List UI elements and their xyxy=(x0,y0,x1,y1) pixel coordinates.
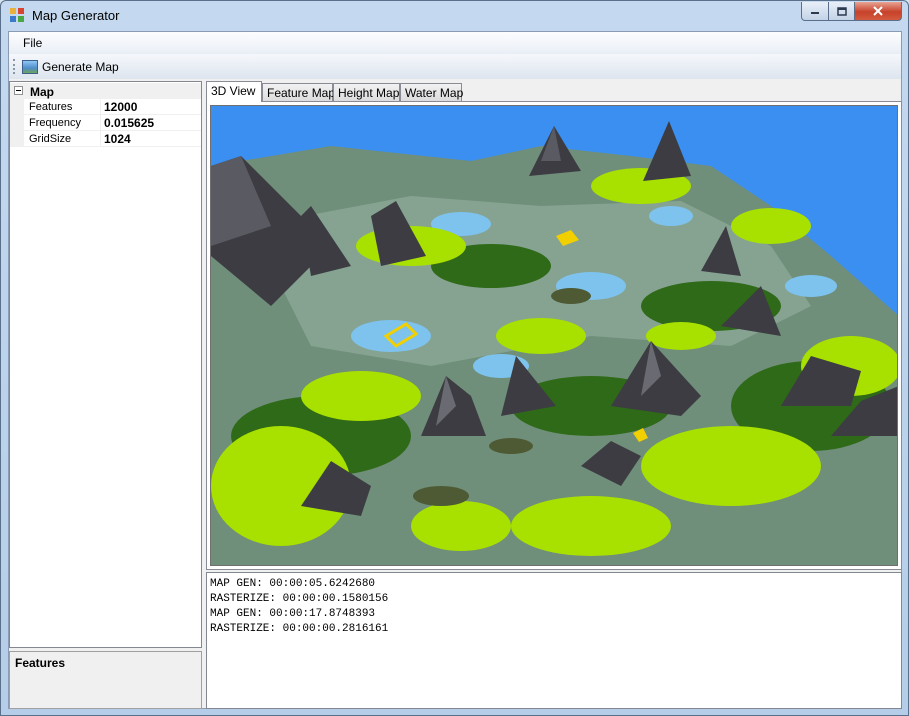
output-log[interactable]: MAP GEN: 00:00:05.6242680 RASTERIZE: 00:… xyxy=(206,572,902,709)
tab-water-map[interactable]: Water Map xyxy=(400,83,464,101)
property-row-features[interactable]: Features 12000 xyxy=(10,99,201,115)
property-grid: Map Features 12000 Frequency 0.015625 Gr… xyxy=(9,81,202,648)
close-button[interactable] xyxy=(854,2,902,21)
terrain-render xyxy=(211,121,897,565)
tab-label: Feature Map xyxy=(267,86,336,100)
tab-page-3d-view xyxy=(206,101,902,570)
client-area: File Generate Map Map Features 12000 Fre… xyxy=(8,31,902,709)
grass-area xyxy=(301,371,421,421)
generate-map-button[interactable]: Generate Map xyxy=(19,57,122,76)
generate-map-label: Generate Map xyxy=(42,59,119,74)
property-help-panel: Features xyxy=(9,651,202,709)
app-icon xyxy=(10,8,24,22)
maximize-icon xyxy=(836,6,847,16)
column-divider xyxy=(100,99,101,115)
log-line: RASTERIZE: 00:00:00.2816161 xyxy=(210,623,389,635)
menu-file-label: File xyxy=(23,36,43,50)
row-margin xyxy=(10,131,24,147)
close-icon xyxy=(873,6,883,16)
title-bar[interactable]: Map Generator xyxy=(1,1,908,31)
tab-label: 3D View xyxy=(211,84,256,98)
tab-height-map[interactable]: Height Map xyxy=(333,83,400,101)
property-category-label: Map xyxy=(30,85,54,99)
tab-strip: 3D View Feature Map Height Map Water Map xyxy=(206,81,903,102)
collapse-icon[interactable] xyxy=(14,86,23,95)
menu-bar: File xyxy=(9,32,901,54)
toolbar: Generate Map xyxy=(9,54,901,79)
help-title: Features xyxy=(15,656,66,670)
water-area xyxy=(351,320,431,352)
property-name: Frequency xyxy=(29,117,81,129)
column-divider xyxy=(100,131,101,147)
tab-feature-map[interactable]: Feature Map xyxy=(262,83,336,101)
landscape-image-icon xyxy=(22,59,38,74)
water-area xyxy=(785,275,837,297)
grass-area xyxy=(411,501,511,551)
property-value[interactable]: 12000 xyxy=(104,100,137,114)
log-line: MAP GEN: 00:00:05.6242680 xyxy=(210,578,376,590)
mountain xyxy=(643,121,691,181)
app-window: Map Generator File Generate Map Map Feat… xyxy=(0,0,909,716)
grass-area xyxy=(511,496,671,556)
property-row-gridsize[interactable]: GridSize 1024 xyxy=(10,131,201,147)
water-area xyxy=(649,206,693,226)
maximize-button[interactable] xyxy=(828,2,855,21)
property-name: Features xyxy=(29,101,73,113)
tab-label: Height Map xyxy=(338,86,400,100)
tab-label: Water Map xyxy=(405,86,464,100)
menu-file[interactable]: File xyxy=(23,36,42,50)
row-margin xyxy=(10,99,24,115)
log-line: MAP GEN: 00:00:17.8748393 xyxy=(210,608,376,620)
property-value[interactable]: 1024 xyxy=(104,132,131,146)
log-line: RASTERIZE: 00:00:00.1580156 xyxy=(210,593,389,605)
minimize-button[interactable] xyxy=(801,2,829,21)
row-margin xyxy=(10,115,24,131)
column-divider xyxy=(100,115,101,131)
toolbar-grip[interactable] xyxy=(13,59,15,74)
property-row-frequency[interactable]: Frequency 0.015625 xyxy=(10,115,201,131)
grass-area xyxy=(641,426,821,506)
property-category[interactable]: Map xyxy=(10,83,201,99)
grass-area xyxy=(496,318,586,354)
terrain-3d-viewport[interactable] xyxy=(210,105,898,566)
window-title: Map Generator xyxy=(32,8,120,23)
minimize-icon xyxy=(811,12,819,14)
property-name: GridSize xyxy=(29,133,72,145)
tab-3d-view[interactable]: 3D View xyxy=(206,81,262,102)
grass-area xyxy=(646,322,716,350)
grass-area xyxy=(731,208,811,244)
property-value[interactable]: 0.015625 xyxy=(104,116,154,130)
